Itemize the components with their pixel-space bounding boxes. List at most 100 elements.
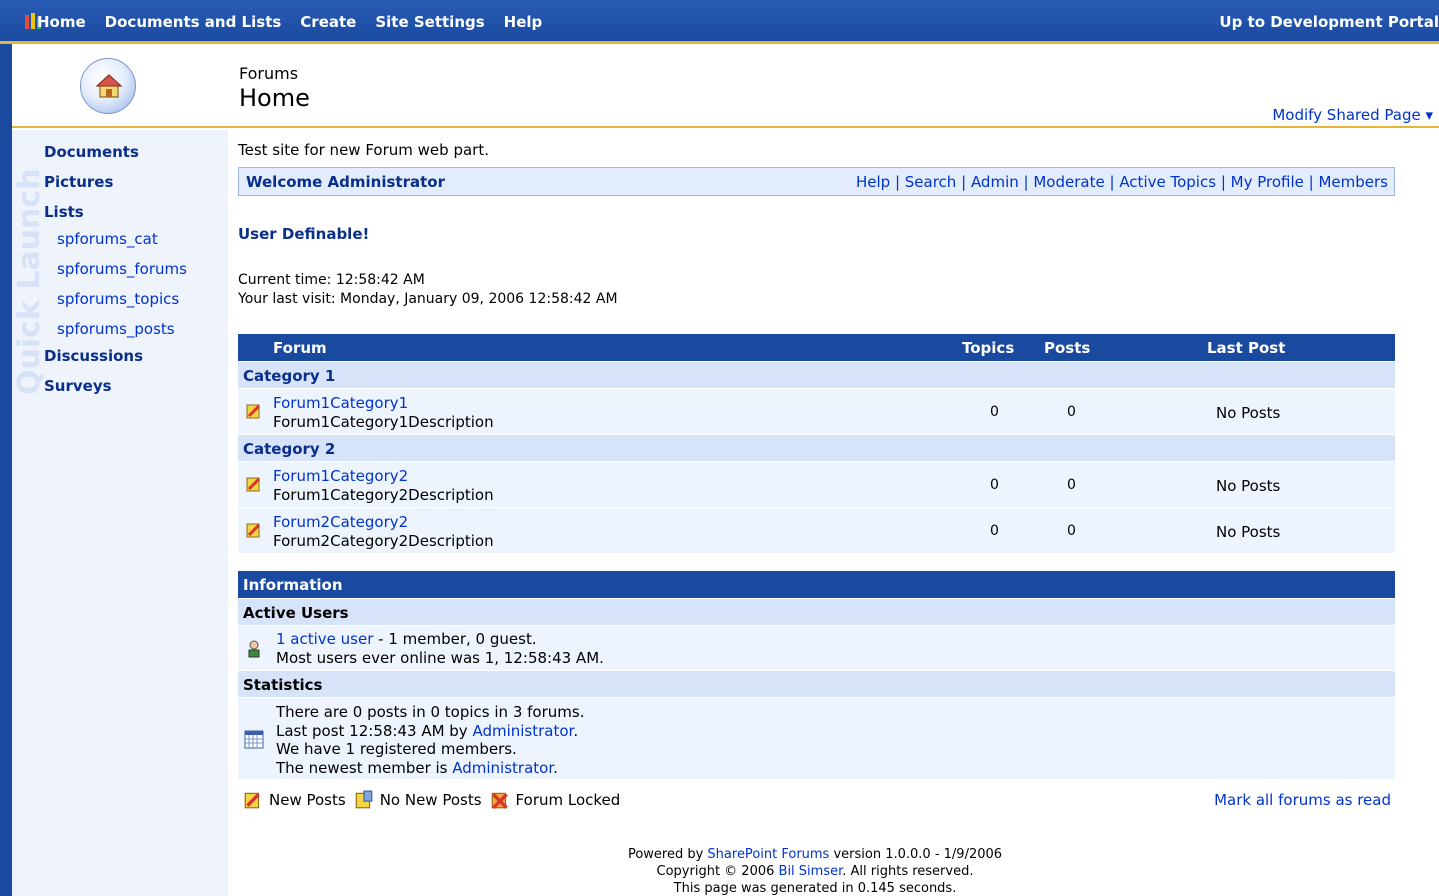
modify-shared-page-button[interactable]: Modify Shared Page ▾ bbox=[1272, 106, 1433, 124]
quick-launch-lists[interactable]: Lists bbox=[44, 203, 84, 221]
stats-line: The newest member is Administrator. bbox=[276, 759, 558, 777]
quick-launch-list-item[interactable]: spforums_posts bbox=[57, 320, 175, 338]
forum-table-header: Forum Topics Posts Last Post bbox=[238, 334, 1395, 361]
page-title: Home bbox=[239, 84, 310, 112]
new-posts-icon bbox=[244, 792, 260, 809]
information-header: Information bbox=[238, 571, 1395, 598]
active-users-title: Active Users bbox=[243, 604, 349, 622]
footer-text: Copyright © 2006 bbox=[656, 864, 779, 879]
forum-topics-count: 0 bbox=[990, 523, 999, 539]
statistics-row: There are 0 posts in 0 topics in 3 forum… bbox=[238, 697, 1395, 779]
separator: | bbox=[1109, 173, 1120, 191]
footer-text: . All rights reserved. bbox=[842, 864, 974, 879]
forum-row: Forum1Category1 Forum1Category1Descripti… bbox=[238, 388, 1395, 434]
quick-launch-list-item[interactable]: spforums_cat bbox=[57, 230, 158, 248]
quick-launch-list-item[interactable]: spforums_forums bbox=[57, 260, 187, 278]
author-link[interactable]: Bil Simser bbox=[779, 864, 843, 879]
forum-posts-count: 0 bbox=[1067, 477, 1076, 493]
separator: | bbox=[1023, 173, 1034, 191]
page-header: Forums Home Modify Shared Page ▾ bbox=[12, 44, 1439, 128]
welcome-text: Welcome Administrator bbox=[246, 173, 445, 191]
separator: | bbox=[1220, 173, 1231, 191]
active-users-header: Active Users bbox=[238, 598, 1395, 625]
link-help[interactable]: Help bbox=[856, 173, 890, 191]
category-link[interactable]: Category 1 bbox=[243, 367, 335, 385]
last-visit: Your last visit: Monday, January 09, 200… bbox=[238, 291, 618, 307]
forum-posts-count: 0 bbox=[1067, 404, 1076, 420]
link-admin[interactable]: Admin bbox=[971, 173, 1019, 191]
nav-site-settings[interactable]: Site Settings bbox=[375, 13, 484, 31]
new-posts-icon bbox=[246, 523, 261, 538]
stats-text: The newest member is bbox=[276, 759, 453, 777]
quick-launch-list-item[interactable]: spforums_topics bbox=[57, 290, 179, 308]
nav-documents-and-lists[interactable]: Documents and Lists bbox=[105, 13, 282, 31]
user-definable-heading: User Definable! bbox=[238, 225, 370, 243]
calendar-icon bbox=[244, 730, 264, 749]
most-users-online: Most users ever online was 1, 12:58:43 A… bbox=[276, 649, 604, 667]
category-link[interactable]: Category 2 bbox=[243, 440, 335, 458]
new-posts-icon bbox=[246, 404, 261, 419]
stats-text: . bbox=[573, 722, 579, 740]
forum-link[interactable]: Forum1Category2 bbox=[273, 467, 408, 485]
category-row: Category 2 bbox=[238, 434, 1395, 461]
header-forum: Forum bbox=[273, 339, 327, 357]
header-topics: Topics bbox=[962, 339, 1015, 357]
forum-topics-count: 0 bbox=[990, 477, 999, 493]
stats-text: . bbox=[553, 759, 558, 777]
left-edge-strip bbox=[0, 44, 12, 896]
portal-link[interactable]: Up to Development Portal bbox=[1219, 13, 1439, 31]
footer-powered-by: Powered by SharePoint Forums version 1.0… bbox=[560, 846, 1070, 863]
last-post-author-link[interactable]: Administrator bbox=[472, 722, 573, 740]
separator: | bbox=[1308, 173, 1319, 191]
link-members[interactable]: Members bbox=[1318, 173, 1388, 191]
welcome-bar: Welcome Administrator Help | Search | Ad… bbox=[238, 167, 1395, 196]
forum-link[interactable]: Forum1Category1 bbox=[273, 394, 408, 412]
quick-launch-discussions[interactable]: Discussions bbox=[44, 347, 143, 365]
forum-row: Forum2Category2 Forum2Category2Descripti… bbox=[238, 507, 1395, 553]
new-posts-icon bbox=[246, 477, 261, 492]
forum-link[interactable]: Forum2Category2 bbox=[273, 513, 408, 531]
stats-line: Last post 12:58:43 AM by Administrator. bbox=[276, 722, 578, 740]
link-active-topics[interactable]: Active Topics bbox=[1119, 173, 1216, 191]
home-icon[interactable] bbox=[80, 58, 136, 114]
legend-forum-locked: Forum Locked bbox=[515, 791, 621, 809]
active-users-row: 1 active user - 1 member, 0 guest. Most … bbox=[238, 625, 1395, 670]
newest-member-link[interactable]: Administrator bbox=[452, 759, 553, 777]
active-users-summary: - 1 member, 0 guest. bbox=[373, 630, 537, 648]
separator: | bbox=[894, 173, 905, 191]
forum-row: Forum1Category2 Forum1Category2Descripti… bbox=[238, 461, 1395, 507]
link-moderate[interactable]: Moderate bbox=[1033, 173, 1104, 191]
footer-generated-time: This page was generated in 0.145 seconds… bbox=[673, 881, 957, 896]
header-last-post: Last Post bbox=[1207, 339, 1286, 357]
forum-locked-icon bbox=[491, 792, 508, 809]
quick-launch-surveys[interactable]: Surveys bbox=[44, 377, 112, 395]
current-time: Current time: 12:58:42 AM bbox=[238, 272, 425, 288]
link-my-profile[interactable]: My Profile bbox=[1231, 173, 1304, 191]
header-posts: Posts bbox=[1044, 339, 1091, 357]
active-users-link[interactable]: 1 active user bbox=[276, 630, 373, 648]
no-new-posts-icon bbox=[355, 790, 373, 809]
forum-description: Forum1Category1Description bbox=[273, 413, 494, 431]
footer-text: version 1.0.0.0 - 1/9/2006 bbox=[829, 847, 1003, 862]
statistics-title: Statistics bbox=[243, 676, 323, 694]
top-nav-bar: Home Documents and Lists Create Site Set… bbox=[0, 0, 1439, 44]
link-search[interactable]: Search bbox=[905, 173, 957, 191]
forum-topics-count: 0 bbox=[990, 404, 999, 420]
stats-line: There are 0 posts in 0 topics in 3 forum… bbox=[276, 703, 585, 721]
mark-all-forums-read-link[interactable]: Mark all forums as read bbox=[1214, 791, 1391, 809]
forum-table: Forum Topics Posts Last Post Category 1 … bbox=[238, 334, 1395, 553]
nav-create[interactable]: Create bbox=[300, 13, 356, 31]
sharepoint-forums-link[interactable]: SharePoint Forums bbox=[707, 847, 829, 862]
footer-copyright: Copyright © 2006 Bil Simser. All rights … bbox=[560, 863, 1070, 880]
quick-launch-documents[interactable]: Documents bbox=[44, 143, 139, 161]
information-table: Information Active Users 1 active user -… bbox=[238, 571, 1395, 779]
forum-description: Forum2Category2Description bbox=[273, 532, 494, 550]
statistics-header: Statistics bbox=[238, 670, 1395, 697]
footer-text: Powered by bbox=[627, 847, 708, 862]
quick-launch-pictures[interactable]: Pictures bbox=[44, 173, 113, 191]
information-title: Information bbox=[243, 576, 343, 594]
stats-line: We have 1 registered members. bbox=[276, 740, 517, 758]
nav-help[interactable]: Help bbox=[504, 13, 543, 31]
top-nav: Home Documents and Lists Create Site Set… bbox=[37, 13, 561, 31]
nav-home[interactable]: Home bbox=[37, 13, 86, 31]
